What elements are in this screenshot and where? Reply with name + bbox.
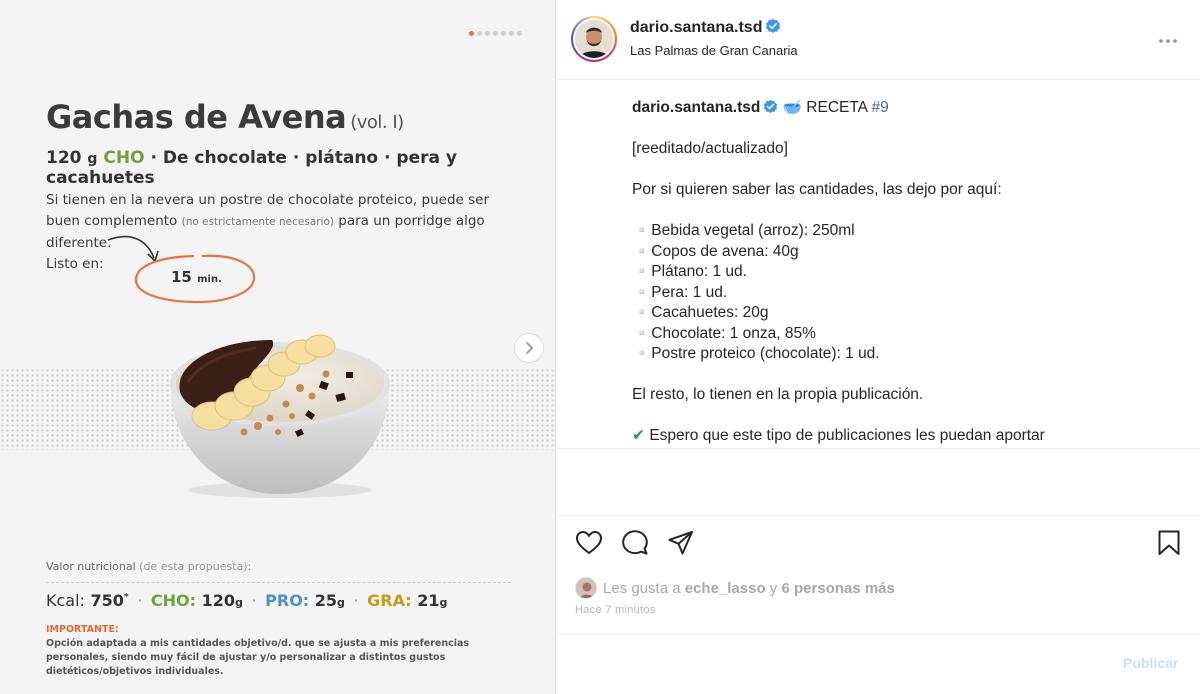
liker-avatar[interactable] — [575, 577, 597, 599]
nutrition-divider — [46, 582, 511, 583]
macro-separator: · — [353, 591, 359, 610]
likes-others[interactable]: 6 personas más — [781, 580, 894, 597]
likes-connector: y — [769, 579, 778, 597]
macro-separator: · — [251, 591, 257, 610]
gra-value: 21 — [417, 591, 440, 610]
carousel-dot — [501, 31, 506, 36]
likes-user[interactable]: eche_lasso — [685, 580, 766, 597]
comments-section[interactable]: dario.santana.tsd 🥣 RECETA #9 [reeditado… — [557, 81, 1200, 449]
caption-hashtag[interactable]: #9 — [871, 99, 888, 116]
macro-separator: · — [137, 591, 143, 610]
carousel-dot — [493, 31, 498, 36]
caption-intro: Por si quieren saber las cantidades, las… — [632, 181, 1002, 198]
post-image-carousel[interactable]: Gachas de Avena (vol. I) 120 g CHO · De c… — [0, 0, 556, 694]
post-timestamp[interactable]: Hace 7 minutos — [575, 604, 656, 616]
recipe-subtitle: 120 g CHO · De chocolate · plátano · per… — [46, 148, 555, 188]
avatar[interactable] — [571, 16, 617, 62]
post-username[interactable]: dario.santana.tsd — [630, 18, 781, 37]
porridge-bowl-image — [170, 334, 390, 498]
ingredient-item: ▫️Postre proteico (chocolate): 1 ud. — [632, 345, 880, 362]
intro-note: (no estrictamente necesario) — [181, 216, 334, 228]
post-header: dario.santana.tsd Las Palmas de Gran Can… — [557, 0, 1200, 80]
recipe-title-text: Gachas de Avena — [46, 98, 347, 136]
carousel-indicator — [469, 31, 522, 36]
kcal-value: 750 — [90, 591, 124, 610]
pro-unit: g — [337, 596, 345, 609]
comment-icon[interactable] — [621, 529, 649, 557]
pro-value: 25 — [314, 591, 338, 610]
post-actions — [557, 529, 1200, 561]
carousel-dot — [477, 31, 482, 36]
nutrition-heading-note: (de esta propuesta): — [139, 560, 252, 573]
ingredient-item: ▫️Plátano: 1 ud. — [632, 263, 747, 280]
publish-comment-button[interactable]: Publicar — [1123, 655, 1178, 671]
kcal-label: Kcal: — [46, 591, 85, 610]
cho-unit: g — [235, 596, 243, 609]
ingredient-item: ▫️Bebida vegetal (arroz): 250ml — [632, 222, 855, 239]
recipe-volume: (vol. I) — [350, 112, 404, 133]
caption-closing: Espero que este tipo de publicaciones le… — [649, 427, 1045, 444]
post-caption: dario.santana.tsd 🥣 RECETA #9 [reeditado… — [632, 98, 1172, 447]
caption-edited: [reeditado/actualizado] — [632, 140, 788, 157]
important-title: IMPORTANTE: — [46, 624, 119, 635]
caption-label: RECETA — [806, 99, 868, 116]
carbs-amount: 120 — [46, 148, 82, 168]
carousel-dot — [509, 31, 514, 36]
likes-summary[interactable]: Les gusta a eche_lasso y 6 personas más — [575, 577, 895, 599]
gra-unit: g — [439, 596, 448, 609]
gra-label: GRA: — [367, 591, 412, 610]
profile-photo — [575, 20, 613, 58]
prep-time-value: 15 — [171, 268, 192, 286]
important-text: Opción adaptada a mis cantidades objetiv… — [46, 638, 470, 677]
post-location[interactable]: Las Palmas de Gran Canaria — [630, 43, 798, 58]
section-divider — [557, 515, 1200, 516]
check-mark-icon: ✔ — [632, 427, 645, 444]
prep-time: 15 min. — [171, 268, 222, 286]
post-detail-panel: dario.santana.tsd Las Palmas de Gran Can… — [557, 0, 1200, 694]
section-divider — [557, 634, 1200, 635]
carousel-dot — [485, 31, 490, 36]
pro-label: PRO: — [265, 591, 310, 610]
more-options-icon[interactable] — [1158, 38, 1178, 44]
nutrition-heading-text: Valor nutricional — [46, 560, 136, 573]
prep-time-unit: min. — [197, 274, 222, 285]
carbs-unit: g — [87, 151, 98, 167]
cho-value: 120 — [201, 591, 236, 610]
ingredient-item: ▫️Cacahuetes: 20g — [632, 304, 769, 321]
nutrition-macros: Kcal: 750* · CHO: 120g · PRO: 25g · GRA:… — [46, 591, 447, 610]
caption-username[interactable]: dario.santana.tsd — [632, 99, 760, 116]
caption-first-line: dario.santana.tsd 🥣 RECETA #9 — [632, 98, 1172, 119]
ingredient-item: ▫️Pera: 1 ud. — [632, 283, 728, 301]
ingredient-item: ▫️Chocolate: 1 onza, 85% — [632, 324, 816, 342]
post-username-text[interactable]: dario.santana.tsd — [630, 19, 762, 36]
nutrition-heading: Valor nutricional (de esta propuesta): — [46, 560, 251, 573]
carousel-next-button[interactable] — [514, 333, 544, 363]
kcal-footnote-mark: * — [123, 592, 129, 603]
ready-label: Listo en: — [46, 256, 104, 272]
share-send-icon[interactable] — [667, 529, 695, 557]
caption-rest: El resto, lo tienen en la propia publica… — [632, 386, 924, 403]
carousel-dot — [469, 31, 474, 36]
caption-closing-line: ✔ Espero que este tipo de publicaciones … — [632, 426, 1172, 447]
chevron-right-icon — [526, 342, 534, 354]
recipe-title: Gachas de Avena (vol. I) — [46, 98, 404, 136]
like-heart-icon[interactable] — [575, 529, 603, 557]
ingredient-item: ▫️Copos de avena: 40g — [632, 242, 799, 260]
save-bookmark-icon[interactable] — [1156, 529, 1182, 557]
liker-photo — [576, 578, 596, 598]
likes-prefix: Les gusta a — [603, 579, 681, 597]
bowl-emoji-icon: 🥣 — [782, 99, 802, 116]
carousel-dot — [517, 31, 522, 36]
carbs-label: CHO — [103, 148, 145, 168]
verified-badge-icon — [764, 99, 778, 114]
likes-text: Les gusta a eche_lasso y 6 personas más — [603, 580, 895, 597]
cho-label: CHO: — [150, 591, 197, 610]
verified-badge-icon — [766, 18, 781, 33]
